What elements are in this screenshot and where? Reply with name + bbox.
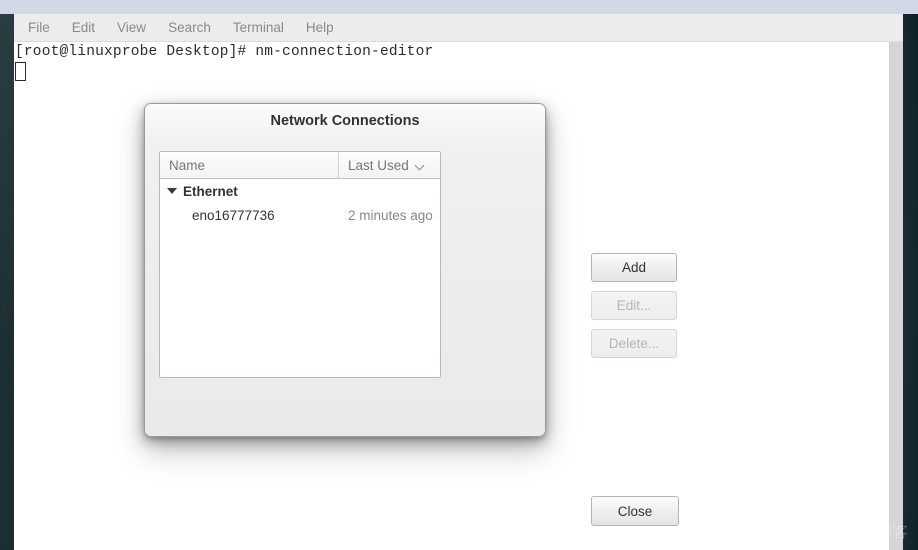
add-button[interactable]: Add [591, 253, 677, 282]
terminal-scrollbar[interactable] [889, 42, 903, 550]
column-header-name[interactable]: Name [160, 152, 339, 178]
column-header-last-used[interactable]: Last Used [339, 152, 440, 178]
close-button[interactable]: Close [591, 496, 679, 526]
desktop-streak [903, 0, 918, 550]
delete-button: Delete... [591, 329, 677, 358]
menu-item-help[interactable]: Help [306, 14, 334, 42]
table-row[interactable]: eno16777736 2 minutes ago [160, 203, 440, 227]
menu-item-view[interactable]: View [117, 14, 146, 42]
column-header-name-label: Name [169, 157, 206, 173]
connection-name: eno16777736 [192, 207, 275, 223]
edit-button: Edit... [591, 291, 677, 320]
connection-last-used: 2 minutes ago [348, 207, 433, 223]
list-group-label: Ethernet [183, 183, 238, 199]
menu-item-edit[interactable]: Edit [72, 14, 95, 42]
network-connections-dialog: Network Connections Name Last Used Ether… [144, 103, 679, 526]
column-header-last-used-label: Last Used [348, 157, 409, 173]
listview-header: Name Last Used [160, 152, 440, 179]
chevron-down-icon [416, 161, 425, 170]
dialog-titlebar[interactable]: Network Connections [145, 104, 545, 138]
menu-item-terminal[interactable]: Terminal [233, 14, 284, 42]
triangle-expanded-icon[interactable] [167, 188, 177, 194]
desktop-top-strip [0, 0, 918, 14]
terminal-prompt-line: [root@linuxprobe Desktop]# nm-connection… [15, 44, 434, 60]
terminal-menubar: File Edit View Search Terminal Help [14, 14, 903, 42]
menu-item-file[interactable]: File [28, 14, 50, 42]
connections-listview[interactable]: Name Last Used Ethernet eno16777736 2 mi… [159, 151, 441, 378]
terminal-cursor [15, 62, 26, 81]
list-group-ethernet[interactable]: Ethernet [160, 179, 440, 203]
menu-item-search[interactable]: Search [168, 14, 211, 42]
dialog-title: Network Connections [270, 113, 420, 129]
screen: File Edit View Search Terminal Help [roo… [0, 0, 918, 550]
